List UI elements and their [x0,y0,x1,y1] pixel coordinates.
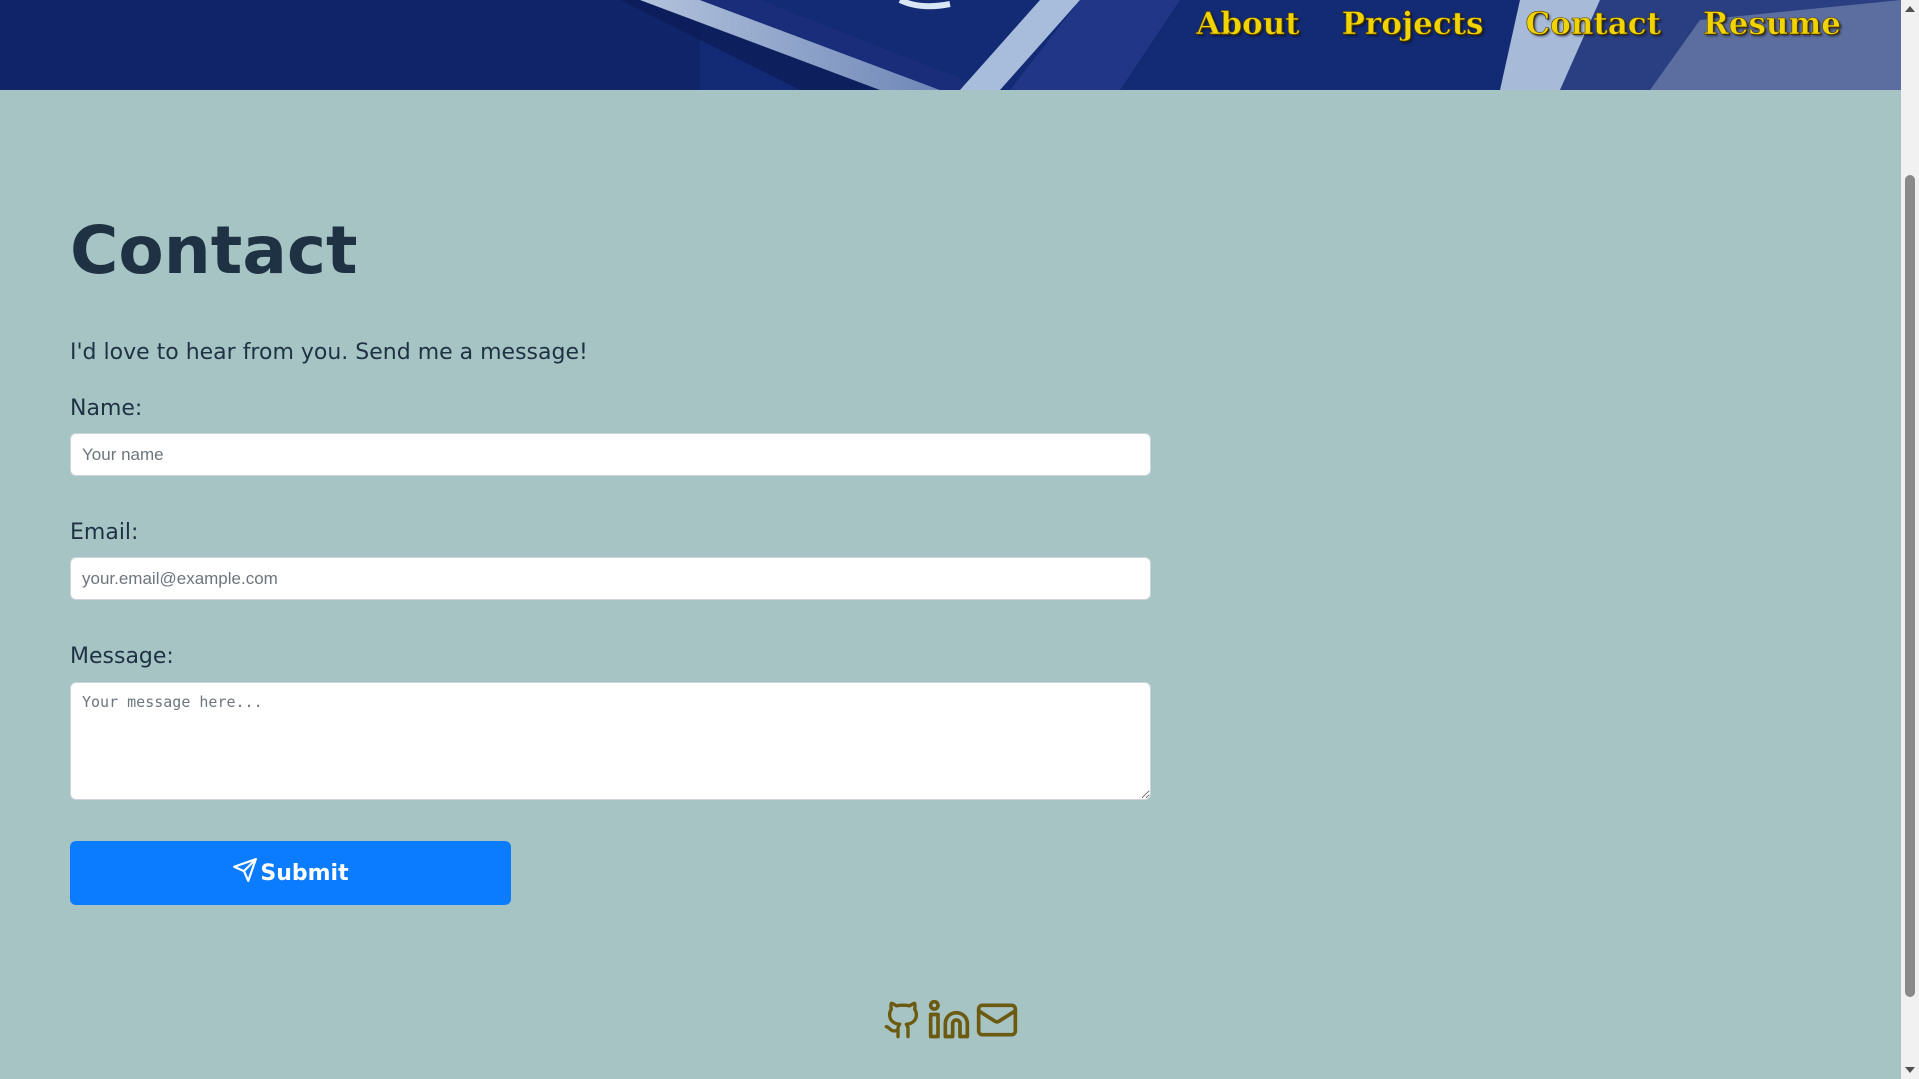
name-label: Name: [70,396,143,421]
nav-contact[interactable]: Contact [1525,6,1661,43]
email-label: Email: [70,520,139,545]
name-input[interactable] [70,433,1151,476]
page: About Projects Contact Resume Contact I'… [0,0,1901,1079]
send-icon [232,857,258,889]
main-nav: About Projects Contact Resume [1196,6,1842,43]
github-icon[interactable] [883,998,923,1046]
scroll-up-arrow[interactable] [1905,6,1915,12]
message-textarea[interactable] [70,682,1151,800]
header-banner: About Projects Contact Resume [0,0,1901,90]
vertical-scrollbar[interactable] [1901,0,1919,1079]
message-label: Message: [70,644,174,669]
email-input[interactable] [70,557,1151,600]
mail-icon[interactable] [975,998,1019,1046]
scroll-down-arrow[interactable] [1905,1067,1915,1073]
submit-button[interactable]: Submit [70,841,511,905]
scroll-thumb[interactable] [1905,175,1915,997]
nav-projects[interactable]: Projects [1341,6,1484,43]
intro-text: I'd love to hear from you. Send me a mes… [70,340,588,365]
social-links [883,998,1019,1046]
page-title: Contact [70,212,358,289]
nav-resume[interactable]: Resume [1703,6,1842,43]
nav-about[interactable]: About [1196,6,1300,43]
submit-label: Submit [260,860,349,886]
linkedin-icon[interactable] [927,998,971,1046]
